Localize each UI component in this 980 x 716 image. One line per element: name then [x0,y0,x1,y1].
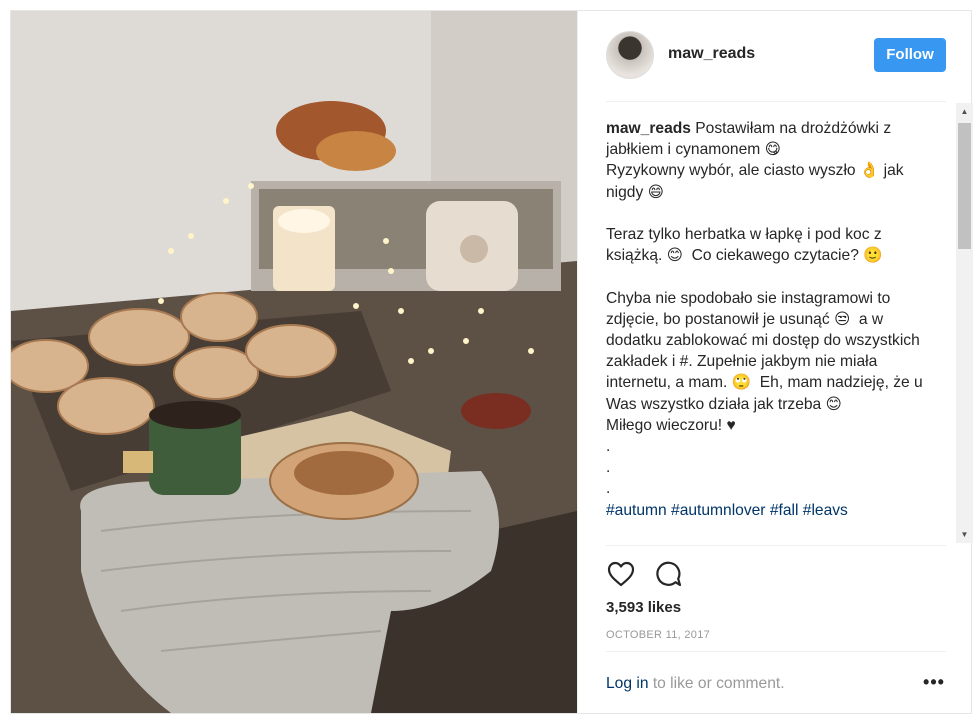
post-sidebar: maw_reads Follow maw_reads Postawiłam na… [577,11,973,713]
heart-icon[interactable] [606,559,636,589]
comment-icon[interactable] [653,559,683,589]
caption-author[interactable]: maw_reads [606,120,691,137]
caption-scrollbar[interactable]: ▲ ▼ [956,103,973,543]
follow-button[interactable]: Follow [874,38,946,72]
divider [606,545,946,546]
username[interactable]: maw_reads [668,45,755,63]
post-card: maw_reads Follow maw_reads Postawiłam na… [10,10,973,714]
caption-hashtags[interactable]: #autumn #autumnlover #fall #leavs [606,502,848,519]
avatar[interactable] [606,31,654,79]
photo-illustration [11,11,577,713]
caption-text: Postawiłam na drożdżówki z jabłkiem i cy… [606,120,923,498]
post-date[interactable]: OCTOBER 11, 2017 [606,629,710,641]
login-suffix: to like or comment. [648,675,785,692]
caption: maw_reads Postawiłam na drożdżówki z jab… [606,118,926,521]
scroll-up-arrow-icon[interactable]: ▲ [956,103,973,120]
login-prompt: Log in to like or comment. [606,675,785,693]
login-link[interactable]: Log in [606,675,649,692]
post-header: maw_reads Follow [578,11,973,101]
more-options-icon[interactable]: ••• [922,673,946,695]
caption-scroll-area[interactable]: maw_reads Postawiłam na drożdżówki z jab… [578,102,973,546]
scroll-down-arrow-icon[interactable]: ▼ [956,526,973,543]
divider [606,651,946,652]
post-photo[interactable] [11,11,577,713]
scroll-thumb[interactable] [958,123,971,249]
likes-count[interactable]: 3,593 likes [606,599,681,616]
